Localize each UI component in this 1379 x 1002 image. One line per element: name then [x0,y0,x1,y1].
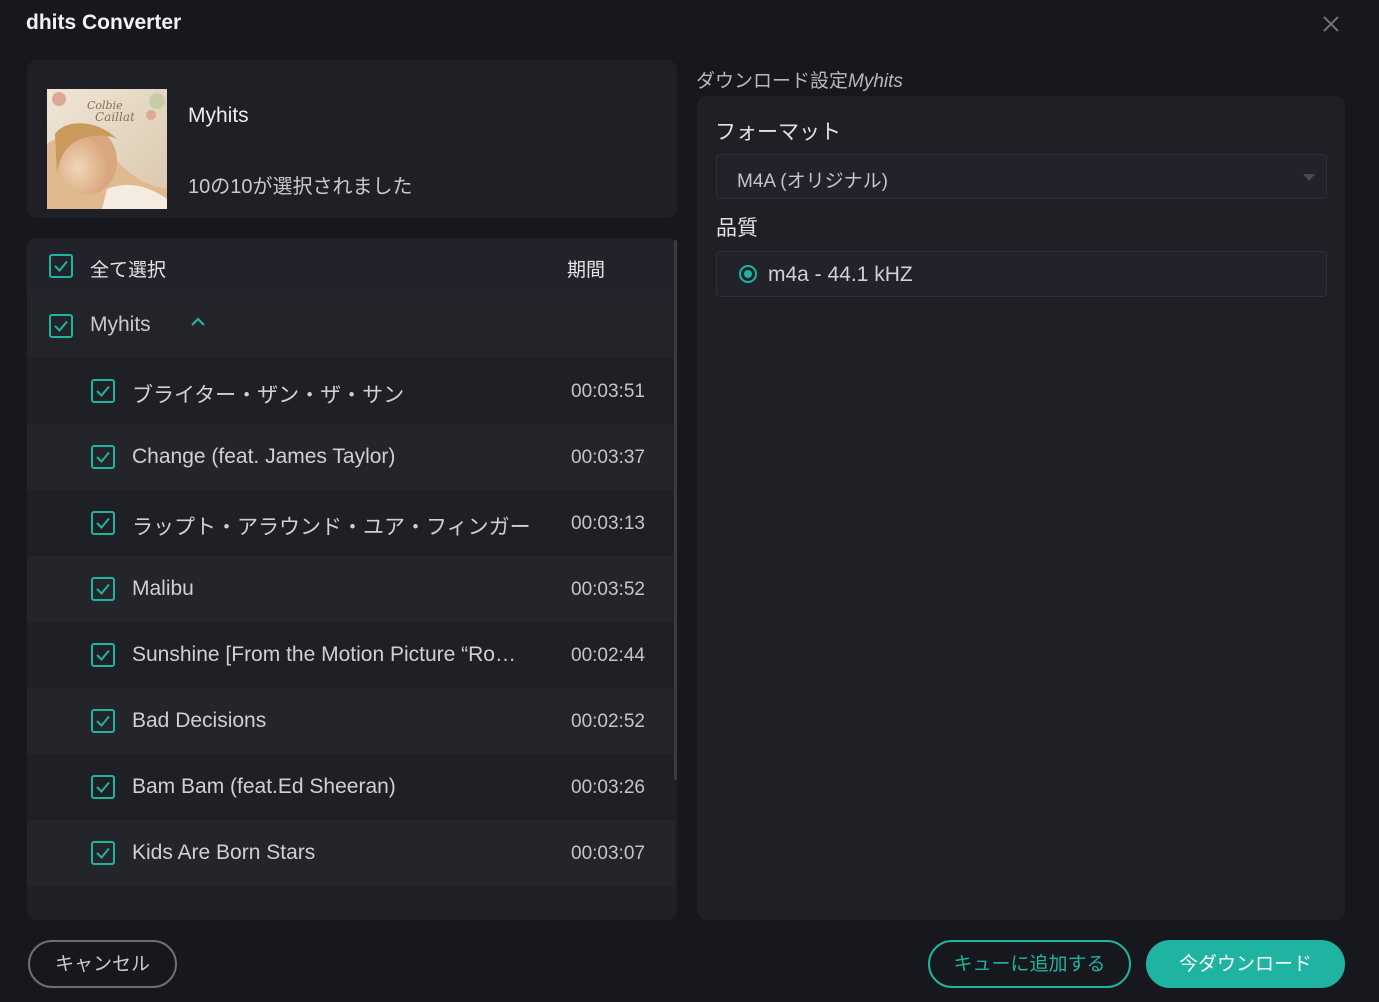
track-checkbox[interactable] [91,445,115,469]
track-duration: 00:02:44 [571,645,645,666]
track-checkbox[interactable] [91,379,115,403]
format-select[interactable]: M4A (オリジナル) [716,154,1327,199]
track-row[interactable]: ブライター・ザン・ザ・サン 00:03:51 [27,358,675,424]
track-checkbox[interactable] [91,709,115,733]
track-row[interactable]: Malibu 00:03:52 [27,556,675,622]
track-duration: 00:03:13 [571,513,645,534]
track-title: ブライター・ザン・ザ・サン [132,384,405,407]
track-title: Kids Are Born Stars [132,841,316,864]
svg-text:Caillat: Caillat [95,110,135,124]
track-row[interactable]: ラップト・アラウンド・ユア・フィンガー 00:03:13 [27,490,675,556]
track-duration: 00:03:37 [571,447,645,468]
track-checkbox[interactable] [91,511,115,535]
track-checkbox[interactable] [91,841,115,865]
track-title: ラップト・アラウンド・ユア・フィンガー [132,516,531,539]
album-cover-image: Colbie Caillat [47,89,167,209]
track-row[interactable]: Sunshine [From the Motion Picture “Ro… 0… [27,622,675,688]
track-checkbox[interactable] [91,643,115,667]
duration-header: 期間 [567,260,606,281]
selection-status: 10の10が選択されました [188,176,413,198]
track-duration: 00:03:07 [571,843,645,864]
format-label: フォーマット [715,121,841,144]
track-title: Malibu [132,577,194,600]
track-title: Bad Decisions [132,709,267,732]
track-title: Bam Bam (feat.Ed Sheeran) [132,775,396,798]
window-title: dhits Converter [26,11,182,34]
list-scrollbar[interactable] [674,240,677,780]
album-group-row[interactable]: Myhits [27,293,675,358]
settings-heading: ダウンロード設定Myhits [696,71,903,92]
track-duration: 00:03:51 [571,381,645,402]
quality-option[interactable]: m4a - 44.1 kHZ [716,251,1327,297]
cancel-button[interactable]: キャンセル [28,940,177,988]
settings-album-name: Myhits [848,71,903,92]
quality-radio[interactable] [739,265,757,283]
track-row[interactable]: Bam Bam (feat.Ed Sheeran) 00:03:26 [27,754,675,820]
track-checkbox[interactable] [91,775,115,799]
list-header: 全て選択 期間 [27,238,675,293]
track-row[interactable]: Kids Are Born Stars 00:03:07 [27,820,675,886]
settings-panel: フォーマット M4A (オリジナル) 品質 m4a - 44.1 kHZ [697,96,1345,920]
select-all-label: 全て選択 [90,260,167,281]
track-title: Sunshine [From the Motion Picture “Ro… [132,643,516,666]
track-row[interactable]: Bad Decisions 00:02:52 [27,688,675,754]
group-label: Myhits [90,313,151,336]
download-now-button[interactable]: 今ダウンロード [1146,940,1345,988]
track-duration: 00:02:52 [571,711,645,732]
track-checkbox[interactable] [91,577,115,601]
track-duration: 00:03:26 [571,777,645,798]
track-title: Change (feat. James Taylor) [132,445,396,468]
quality-value: m4a - 44.1 kHZ [768,263,913,286]
chevron-up-icon[interactable] [189,315,207,329]
close-icon[interactable] [1318,11,1344,37]
add-to-queue-button[interactable]: キューに追加する [928,940,1131,988]
group-checkbox[interactable] [49,314,73,338]
select-all-checkbox[interactable] [49,254,73,278]
track-duration: 00:03:52 [571,579,645,600]
track-list-panel: 全て選択 期間 Myhits ブライター・ザン・ザ・サン 00:03:51 Ch… [27,238,677,920]
dropdown-arrow-icon [1303,174,1315,181]
format-value: M4A (オリジナル) [737,171,888,192]
quality-label: 品質 [716,217,758,240]
album-title: Myhits [188,104,249,127]
track-row[interactable]: Change (feat. James Taylor) 00:03:37 [27,424,675,490]
album-card: Colbie Caillat Myhits 10の10が選択されました [27,60,677,218]
